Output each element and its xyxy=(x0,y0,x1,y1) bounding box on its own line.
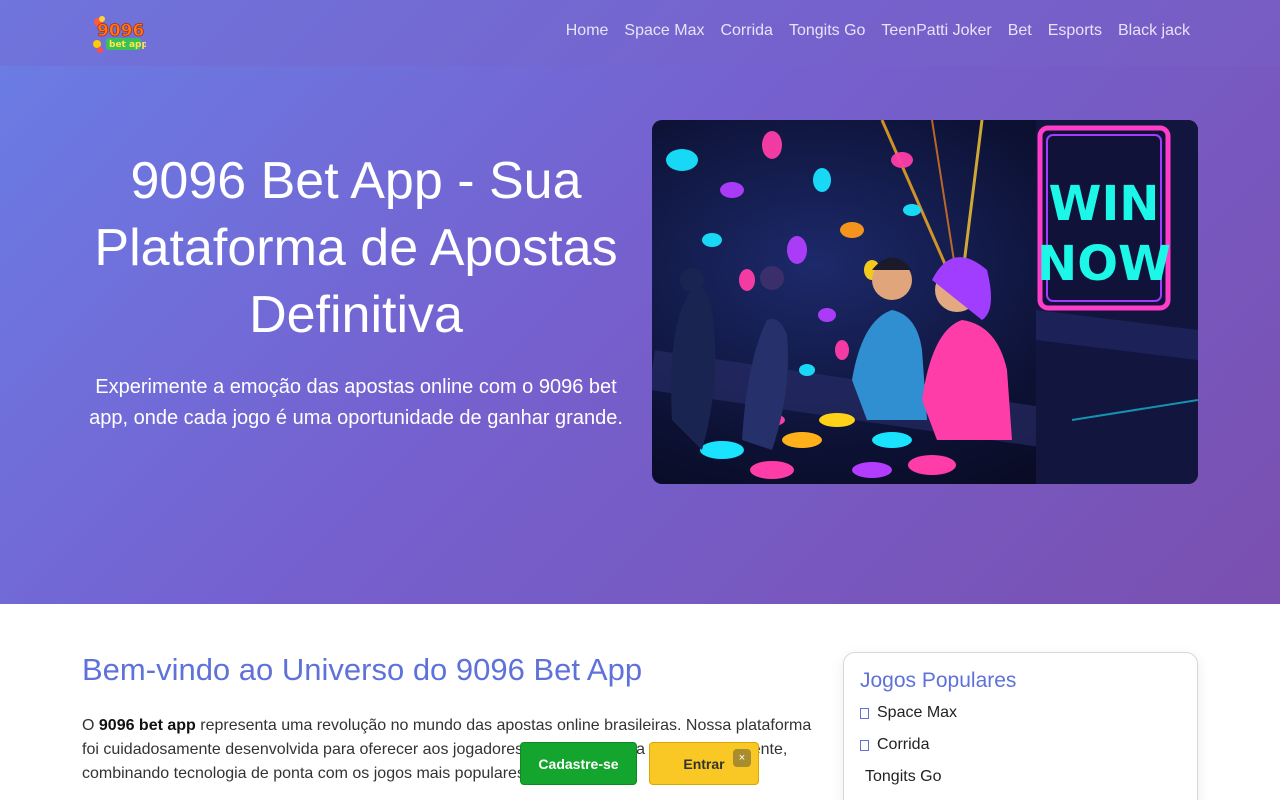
intro-prefix: O xyxy=(82,717,99,734)
list-item-label[interactable]: Corrida xyxy=(877,735,929,755)
signup-button[interactable]: Cadastre-se xyxy=(520,742,637,785)
nav-link-corrida[interactable]: Corrida xyxy=(720,22,772,40)
list-item[interactable]: Tongits Go xyxy=(860,767,957,799)
nav-link-bet[interactable]: Bet xyxy=(1008,22,1032,40)
nav-link-black-jack[interactable]: Black jack xyxy=(1118,22,1190,40)
hero-subtitle: Experimente a emoção das apostas online … xyxy=(89,376,623,429)
casino-scene-image: WIN NOW xyxy=(652,120,1198,484)
win-sign-line1: WIN xyxy=(1049,176,1160,232)
close-icon[interactable]: × xyxy=(733,749,751,767)
site-logo[interactable]: 9096 bet app xyxy=(88,14,148,56)
top-navigation: 9096 bet app Home Space Max Corrida Tong… xyxy=(0,0,1280,66)
popular-games-title: Jogos Populares xyxy=(860,669,1017,692)
list-item-label[interactable]: Space Max xyxy=(877,703,957,723)
hero-title: 9096 Bet App - Sua Plataforma de Apostas… xyxy=(94,152,618,344)
popular-games-card: Jogos Populares Space Max Corrida Tongit… xyxy=(843,652,1198,800)
nav-link-home[interactable]: Home xyxy=(566,22,609,40)
nav-link-teenpatti-joker[interactable]: TeenPatti Joker xyxy=(881,22,991,40)
nav-link-esports[interactable]: Esports xyxy=(1048,22,1102,40)
win-sign-line2: NOW xyxy=(1037,236,1171,292)
svg-text:bet app: bet app xyxy=(109,40,146,50)
square-icon xyxy=(860,740,869,751)
main-nav: Home Space Max Corrida Tongits Go TeenPa… xyxy=(550,22,1190,40)
list-item[interactable]: Space Max xyxy=(860,703,957,735)
blank-icon xyxy=(860,772,864,783)
list-item[interactable]: Corrida xyxy=(860,735,957,767)
intro-bold-brand: 9096 bet app xyxy=(98,717,196,734)
nav-link-tongits-go[interactable]: Tongits Go xyxy=(789,22,865,40)
square-icon xyxy=(860,708,869,719)
hero-section: 9096 bet app Home Space Max Corrida Tong… xyxy=(0,0,1280,604)
hero-illustration: WIN NOW xyxy=(652,120,1198,484)
list-item-label[interactable]: Tongits Go xyxy=(865,767,941,787)
section-heading: Bem-vindo ao Universo do 9096 Bet App xyxy=(82,652,643,687)
popular-games-list: Space Max Corrida Tongits Go xyxy=(860,703,957,799)
nav-link-space-max[interactable]: Space Max xyxy=(624,22,704,40)
logo-image: 9096 bet app xyxy=(93,16,148,53)
